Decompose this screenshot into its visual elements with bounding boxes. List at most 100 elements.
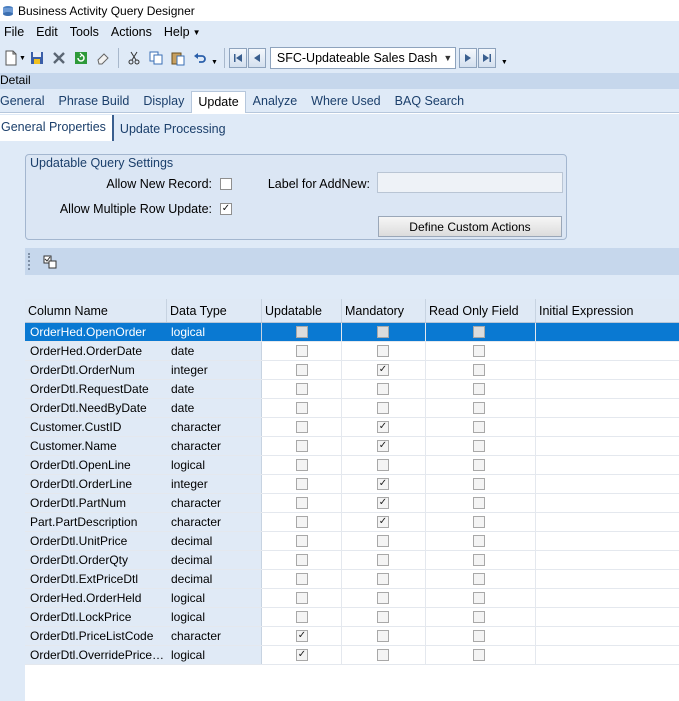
allow-multiple-row-update-checkbox[interactable]: ✓ <box>220 203 232 215</box>
mandatory-checkbox[interactable] <box>377 402 389 414</box>
mandatory-checkbox[interactable]: ✓ <box>377 516 389 528</box>
mandatory-checkbox[interactable] <box>377 459 389 471</box>
allow-new-record-checkbox[interactable] <box>220 178 232 190</box>
read-only-checkbox[interactable] <box>473 573 485 585</box>
table-row[interactable]: Customer.Name character ✓ <box>25 437 679 456</box>
header-read-only-field[interactable]: Read Only Field <box>426 299 536 322</box>
last-record-button[interactable] <box>477 48 496 68</box>
initial-expression-cell[interactable] <box>536 380 679 398</box>
table-row[interactable]: OrderHed.OrderDate date <box>25 342 679 361</box>
updatable-checkbox[interactable] <box>296 402 308 414</box>
data-type-cell[interactable]: integer <box>167 361 262 379</box>
mandatory-checkbox[interactable] <box>377 630 389 642</box>
updatable-checkbox[interactable] <box>296 440 308 452</box>
data-type-cell[interactable]: character <box>167 437 262 455</box>
updatable-checkbox[interactable] <box>296 421 308 433</box>
read-only-checkbox[interactable] <box>473 535 485 547</box>
column-name-cell[interactable]: Part.PartDescription <box>25 513 167 531</box>
data-type-cell[interactable]: decimal <box>167 551 262 569</box>
read-only-checkbox[interactable] <box>473 554 485 566</box>
initial-expression-cell[interactable] <box>536 475 679 493</box>
read-only-checkbox[interactable] <box>473 478 485 490</box>
table-row[interactable]: Part.PartDescription character ✓ <box>25 513 679 532</box>
table-row[interactable]: OrderDtl.PartNum character ✓ <box>25 494 679 513</box>
table-row[interactable]: OrderDtl.OverridePrice… logical ✓ <box>25 646 679 665</box>
data-type-cell[interactable]: decimal <box>167 532 262 550</box>
tab-baq-search[interactable]: BAQ Search <box>388 94 471 112</box>
updatable-checkbox[interactable] <box>296 478 308 490</box>
updatable-checkbox[interactable] <box>296 611 308 623</box>
column-name-cell[interactable]: OrderDtl.OverridePrice… <box>25 646 167 664</box>
initial-expression-cell[interactable] <box>536 513 679 531</box>
column-name-cell[interactable]: OrderDtl.PriceListCode <box>25 627 167 645</box>
initial-expression-cell[interactable] <box>536 570 679 588</box>
mandatory-checkbox[interactable] <box>377 649 389 661</box>
tab-where-used[interactable]: Where Used <box>304 94 387 112</box>
updatable-checkbox[interactable] <box>296 516 308 528</box>
read-only-checkbox[interactable] <box>473 611 485 623</box>
save-icon[interactable] <box>26 47 48 69</box>
cut-icon[interactable] <box>123 47 145 69</box>
column-name-cell[interactable]: OrderDtl.OrderNum <box>25 361 167 379</box>
header-column-name[interactable]: Column Name <box>25 299 167 322</box>
table-row[interactable]: OrderDtl.OrderLine integer ✓ <box>25 475 679 494</box>
data-type-cell[interactable]: date <box>167 399 262 417</box>
updatable-checkbox[interactable]: ✓ <box>296 649 308 661</box>
read-only-checkbox[interactable] <box>473 364 485 376</box>
menu-help[interactable]: Help <box>158 25 196 39</box>
nav-overflow-icon[interactable]: ▼ <box>501 59 508 66</box>
header-updatable[interactable]: Updatable <box>262 299 342 322</box>
label-for-addnew-input[interactable] <box>377 172 563 193</box>
read-only-checkbox[interactable] <box>473 592 485 604</box>
mandatory-checkbox[interactable] <box>377 554 389 566</box>
data-type-cell[interactable]: decimal <box>167 570 262 588</box>
initial-expression-cell[interactable] <box>536 418 679 436</box>
initial-expression-cell[interactable] <box>536 608 679 626</box>
data-type-cell[interactable]: date <box>167 380 262 398</box>
read-only-checkbox[interactable] <box>473 421 485 433</box>
column-name-cell[interactable]: OrderDtl.RequestDate <box>25 380 167 398</box>
column-name-cell[interactable]: OrderHed.OrderHeld <box>25 589 167 607</box>
column-name-cell[interactable]: OrderDtl.ExtPriceDtl <box>25 570 167 588</box>
table-row[interactable]: OrderDtl.NeedByDate date <box>25 399 679 418</box>
column-chooser-icon[interactable] <box>42 254 58 270</box>
initial-expression-cell[interactable] <box>536 399 679 417</box>
data-type-cell[interactable]: logical <box>167 456 262 474</box>
updatable-checkbox[interactable]: ✓ <box>296 630 308 642</box>
read-only-checkbox[interactable] <box>473 516 485 528</box>
mandatory-checkbox[interactable] <box>377 326 389 338</box>
updatable-checkbox[interactable] <box>296 573 308 585</box>
prev-record-button[interactable] <box>247 48 266 68</box>
initial-expression-cell[interactable] <box>536 323 679 341</box>
column-name-cell[interactable]: OrderDtl.NeedByDate <box>25 399 167 417</box>
table-row[interactable]: OrderDtl.RequestDate date <box>25 380 679 399</box>
mandatory-checkbox[interactable]: ✓ <box>377 421 389 433</box>
column-name-cell[interactable]: OrderDtl.LockPrice <box>25 608 167 626</box>
read-only-checkbox[interactable] <box>473 440 485 452</box>
eraser-icon[interactable] <box>92 47 114 69</box>
next-record-button[interactable] <box>458 48 477 68</box>
tab-analyze[interactable]: Analyze <box>246 94 304 112</box>
mandatory-checkbox[interactable] <box>377 573 389 585</box>
read-only-checkbox[interactable] <box>473 459 485 471</box>
column-name-cell[interactable]: OrderHed.OpenOrder <box>25 323 167 341</box>
updatable-checkbox[interactable] <box>296 364 308 376</box>
table-row[interactable]: OrderDtl.PriceListCode character ✓ <box>25 627 679 646</box>
header-mandatory[interactable]: Mandatory <box>342 299 426 322</box>
mandatory-checkbox[interactable] <box>377 535 389 547</box>
data-type-cell[interactable]: integer <box>167 475 262 493</box>
updatable-checkbox[interactable] <box>296 592 308 604</box>
data-type-cell[interactable]: logical <box>167 608 262 626</box>
mandatory-checkbox[interactable] <box>377 611 389 623</box>
mandatory-checkbox[interactable] <box>377 592 389 604</box>
column-name-cell[interactable]: OrderDtl.PartNum <box>25 494 167 512</box>
mandatory-checkbox[interactable]: ✓ <box>377 440 389 452</box>
read-only-checkbox[interactable] <box>473 326 485 338</box>
updatable-checkbox[interactable] <box>296 459 308 471</box>
read-only-checkbox[interactable] <box>473 402 485 414</box>
data-type-cell[interactable]: character <box>167 494 262 512</box>
header-data-type[interactable]: Data Type <box>167 299 262 322</box>
tab-display[interactable]: Display <box>136 94 191 112</box>
updatable-checkbox[interactable] <box>296 554 308 566</box>
initial-expression-cell[interactable] <box>536 627 679 645</box>
